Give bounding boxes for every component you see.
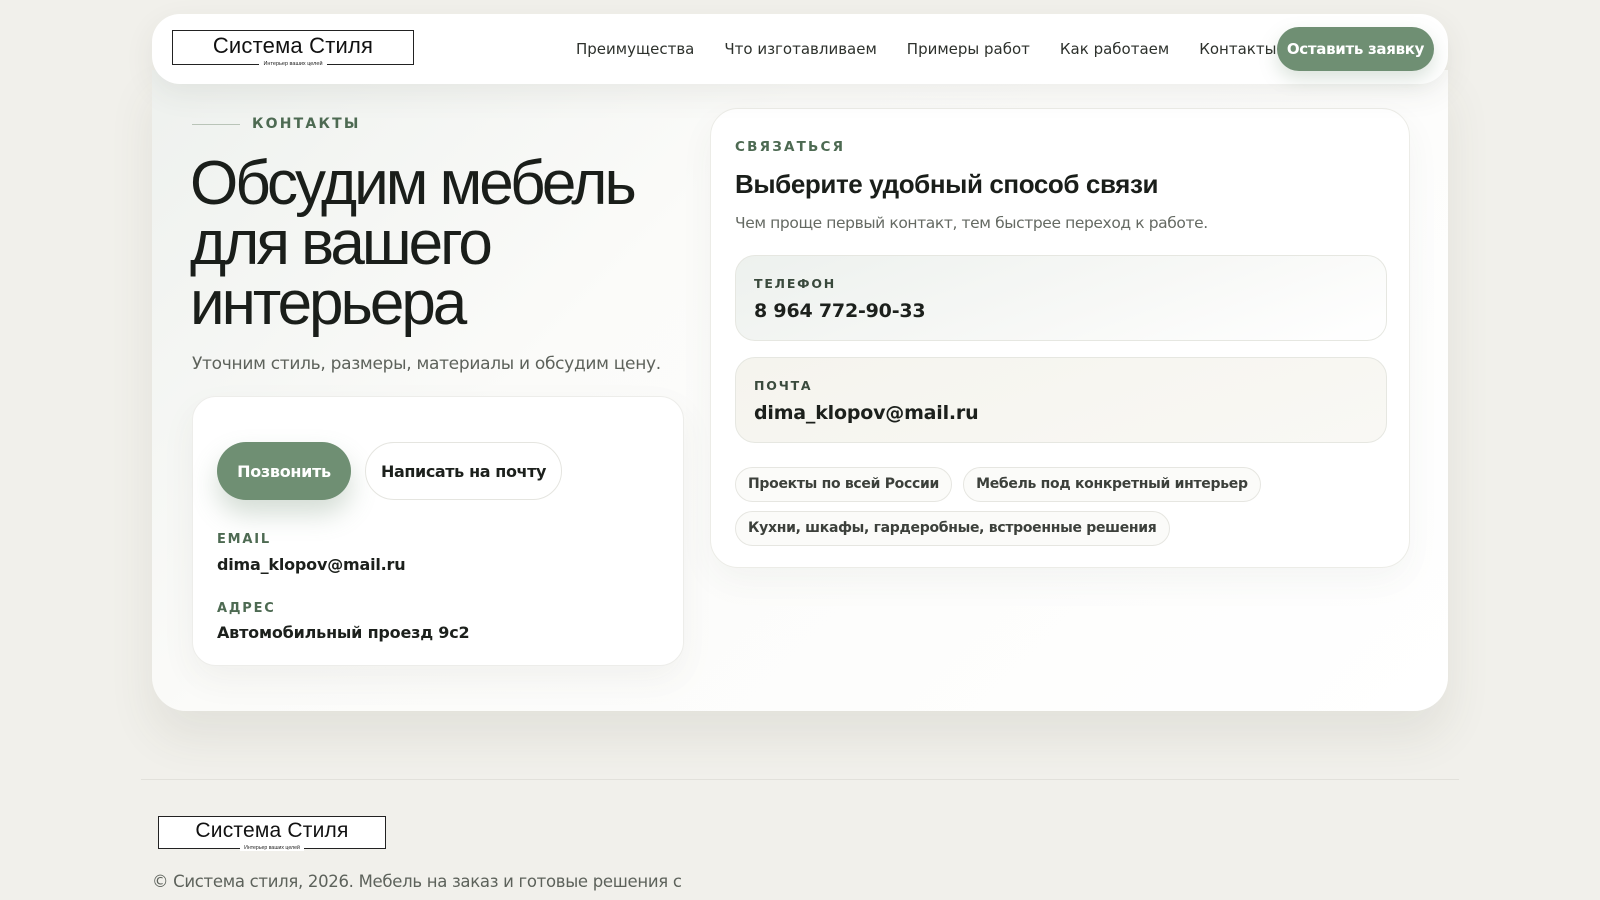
tag-chip: Мебель под конкретный интерьер: [963, 467, 1261, 502]
main-nav: Преимущества Что изготавливаем Примеры р…: [576, 14, 1306, 84]
contact-actions-card: Позвонить Написать на почту EMAIL dima_k…: [192, 396, 684, 666]
site-header: Система Стиля Интерьер ваших целей Преим…: [152, 14, 1448, 84]
title-line: для вашего: [190, 209, 493, 278]
footer-logo[interactable]: Система Стиля Интерьер ваших целей: [158, 816, 386, 851]
nav-item-portfolio[interactable]: Примеры работ: [907, 40, 1030, 58]
brand-logo-name: Система Стиля: [212, 32, 374, 58]
contact-card-description: Чем проще первый контакт, тем быстрее пе…: [735, 214, 1208, 232]
page-title: Обсудим мебель для вашего интерьера: [190, 153, 670, 335]
write-email-button[interactable]: Написать на почту: [365, 442, 562, 500]
tag-chip: Кухни, шкафы, гардеробные, встроенные ре…: [735, 511, 1170, 546]
brand-logo-tagline: Интерьер ваших целей: [259, 61, 327, 67]
footer-logo-name: Система Стиля: [195, 819, 349, 842]
section-subtitle: Уточним стиль, размеры, материалы и обсу…: [192, 354, 661, 374]
title-line: интерьера: [190, 269, 467, 338]
email-label: EMAIL: [217, 532, 271, 547]
nav-item-advantages[interactable]: Преимущества: [576, 40, 694, 58]
section-eyebrow: КОНТАКТЫ: [192, 116, 361, 132]
phone-box[interactable]: ТЕЛЕФОН 8 964 772-90-33: [735, 255, 1387, 341]
contact-card-eyebrow: СВЯЗАТЬСЯ: [735, 139, 846, 155]
feature-tags: Проекты по всей России Мебель под конкре…: [735, 467, 1387, 555]
copyright-text: © Система стиля, 2026. Мебель на заказ и…: [152, 872, 682, 891]
eyebrow-divider: [192, 123, 240, 125]
phone-label: ТЕЛЕФОН: [754, 276, 837, 291]
nav-item-products[interactable]: Что изготавливаем: [724, 40, 876, 58]
footer-logo-tagline: Интерьер ваших целей: [240, 845, 304, 851]
phone-number[interactable]: 8 964 772-90-33: [754, 300, 926, 322]
tag-chip: Проекты по всей России: [735, 467, 952, 502]
brand-logo[interactable]: Система Стиля Интерьер ваших целей: [172, 30, 414, 67]
nav-item-contacts[interactable]: Контакты: [1199, 40, 1276, 58]
contact-methods-card: СВЯЗАТЬСЯ Выберите удобный способ связи …: [710, 108, 1410, 568]
title-line: Обсудим мебель: [190, 149, 637, 218]
mail-label: ПОЧТА: [754, 378, 813, 393]
address-value: Автомобильный проезд 9с2: [217, 623, 470, 642]
call-button[interactable]: Позвонить: [217, 442, 351, 500]
leave-request-button[interactable]: Оставить заявку: [1277, 27, 1434, 71]
nav-item-process[interactable]: Как работаем: [1060, 40, 1169, 58]
email-value[interactable]: dima_klopov@mail.ru: [217, 555, 406, 574]
footer-divider: [141, 779, 1459, 780]
contacts-section: КОНТАКТЫ Обсудим мебель для вашего интер…: [152, 70, 1448, 711]
mail-address[interactable]: dima_klopov@mail.ru: [754, 402, 979, 424]
contact-card-title: Выберите удобный способ связи: [735, 169, 1159, 199]
address-label: АДРЕС: [217, 601, 276, 616]
mail-box[interactable]: ПОЧТА dima_klopov@mail.ru: [735, 357, 1387, 443]
eyebrow-label: КОНТАКТЫ: [252, 116, 361, 132]
